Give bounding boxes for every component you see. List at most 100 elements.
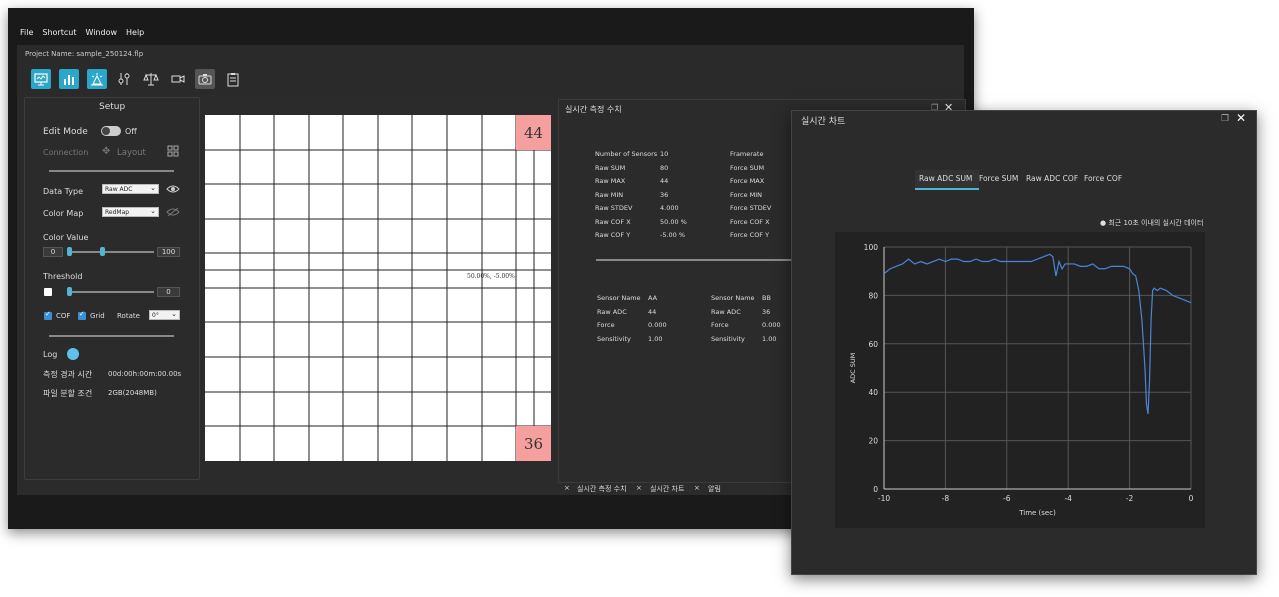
tab-chart[interactable]: 실시간 차트 <box>650 484 684 494</box>
metric-value: 1.00 <box>648 334 663 343</box>
y-tick-label: 100 <box>864 243 879 252</box>
metric-label: Raw COF X <box>595 217 631 226</box>
metric-label: Raw STDEV <box>595 204 633 212</box>
edit-mode-state: Off <box>125 127 137 136</box>
metric-label: Force <box>597 321 615 329</box>
close-icon[interactable]: ✕ <box>1236 111 1246 125</box>
menu-help[interactable]: Help <box>126 28 144 37</box>
setup-title: Setup <box>99 102 126 112</box>
tab-raw-adc-sum[interactable]: Raw ADC SUM <box>915 170 979 190</box>
project-name: Project Name: sample_250124.flp <box>25 50 144 58</box>
threshold-thumb[interactable] <box>67 287 72 296</box>
metric-value: -5.00 % <box>660 231 686 239</box>
metric-value: 50.00 % <box>660 217 687 226</box>
series-line <box>883 253 1192 415</box>
log-indicator[interactable] <box>67 348 79 360</box>
metric-label: Force MAX <box>730 177 765 185</box>
tab-close-icon[interactable]: × <box>636 484 642 492</box>
tab-alert[interactable]: 알림 <box>708 484 721 494</box>
video-icon[interactable] <box>168 69 188 89</box>
bar-chart-icon[interactable] <box>59 69 79 89</box>
metric-value: 1.00 <box>762 334 777 343</box>
x-tick-label: 0 <box>1189 494 1194 503</box>
x-tick-label: -2 <box>1126 494 1134 503</box>
metric-label: Raw SUM <box>595 163 626 172</box>
threshold-input[interactable]: 0 <box>157 287 180 297</box>
eye-off-icon[interactable] <box>166 207 180 217</box>
color-min-thumb[interactable] <box>67 247 72 256</box>
x-tick-label: -6 <box>1003 494 1011 503</box>
metric-value: BB <box>762 294 771 302</box>
split-value: 2GB(2048MB) <box>108 389 157 397</box>
line-chart: -10 -8 -6 -4 -2 0 0 20 40 60 80 100 Time (sec) ADC SU… <box>849 243 1194 517</box>
y-tick-label: 0 <box>873 485 878 494</box>
cof-label: COF <box>56 312 71 320</box>
data-type-select[interactable]: Raw ADC <box>102 183 159 194</box>
y-axis-label: ADC SUM <box>849 353 857 384</box>
edit-mode-toggle[interactable] <box>101 126 121 136</box>
elapsed-label: 측정 경과 시간 <box>43 370 93 379</box>
color-map-select[interactable]: RedMap <box>102 206 159 217</box>
sensor-cell-aa[interactable]: 44 <box>516 115 551 150</box>
rotate-select[interactable]: 0° <box>149 309 180 320</box>
split-label: 파일 분할 조건 <box>43 389 93 398</box>
metric-value: 44 <box>660 177 669 185</box>
color-max-thumb[interactable] <box>100 247 105 256</box>
clipboard-icon[interactable] <box>223 69 243 89</box>
grid-checkbox[interactable] <box>78 310 86 320</box>
color-min-input[interactable]: 0 <box>43 247 63 257</box>
setup-divider <box>49 170 174 172</box>
setup-divider-2 <box>49 335 174 337</box>
y-tick-label: 80 <box>868 291 878 300</box>
y-tick-label: 40 <box>868 388 878 397</box>
metric-value: 0.000 <box>648 321 667 329</box>
eye-icon[interactable] <box>166 184 180 194</box>
cof-marker-text: 50.00%, -5.00% <box>467 273 515 280</box>
metric-label: Force <box>711 321 729 329</box>
x-tick-label: -10 <box>878 494 890 503</box>
scale-icon[interactable] <box>141 69 161 89</box>
sliders-icon[interactable] <box>114 69 134 89</box>
grid-label: Grid <box>90 312 105 320</box>
metric-label: Number of Sensors <box>595 150 658 158</box>
menubar: File Shortcut Window Help <box>20 28 976 40</box>
metric-value: 36 <box>762 307 771 316</box>
monitor-icon[interactable] <box>31 69 51 89</box>
sensor-icon[interactable] <box>87 69 107 89</box>
camera-icon[interactable] <box>195 69 215 89</box>
grid-layout-icon[interactable] <box>167 145 179 157</box>
toggle-knob <box>102 127 110 135</box>
menu-file[interactable]: File <box>20 28 33 37</box>
menu-shortcut[interactable]: Shortcut <box>42 28 76 37</box>
measure-divider <box>596 259 791 261</box>
chart-window-title: 실시간 차트 <box>801 117 846 127</box>
rotate-label: Rotate <box>117 312 140 320</box>
tab-raw-adc-cof[interactable]: Raw ADC COF <box>1022 170 1086 188</box>
menu-window[interactable]: Window <box>85 28 117 37</box>
color-max-input[interactable]: 100 <box>157 247 180 257</box>
connection-label[interactable]: Connection <box>43 148 88 157</box>
tab-close-icon[interactable]: × <box>564 484 570 492</box>
elapsed-value: 00d:00h:00m:00.00s <box>108 370 182 378</box>
metric-value: 80 <box>660 163 669 172</box>
chart-legend: ● 최근 10초 이내의 실시간 데이터 <box>1100 219 1204 227</box>
log-label: Log <box>43 350 58 359</box>
threshold-checkbox[interactable] <box>44 288 52 296</box>
sensor-cell-bb[interactable]: 36 <box>516 426 551 461</box>
tab-close-icon[interactable]: × <box>694 484 700 492</box>
sensor-grid-view[interactable]: 44 36 50.00%, -5.00% <box>205 115 551 461</box>
metric-label: Force MIN <box>730 190 763 199</box>
cof-checkbox[interactable] <box>44 310 52 320</box>
layout-label[interactable]: Layout <box>117 148 146 158</box>
metric-value: 0.000 <box>762 321 781 329</box>
tab-force-sum[interactable]: Force SUM <box>975 170 1027 188</box>
restore-icon[interactable]: ❐ <box>1221 114 1229 124</box>
metric-label: Sensitivity <box>711 334 745 343</box>
tab-force-cof[interactable]: Force COF <box>1080 170 1128 188</box>
metric-label: Force COF Y <box>730 231 770 239</box>
grid-lines <box>205 115 551 461</box>
tab-measure[interactable]: 실시간 측정 수치 <box>577 484 627 494</box>
x-axis-label: Time (sec) <box>1018 509 1056 517</box>
metric-value: 44 <box>648 307 657 316</box>
color-slider-track <box>67 251 154 253</box>
